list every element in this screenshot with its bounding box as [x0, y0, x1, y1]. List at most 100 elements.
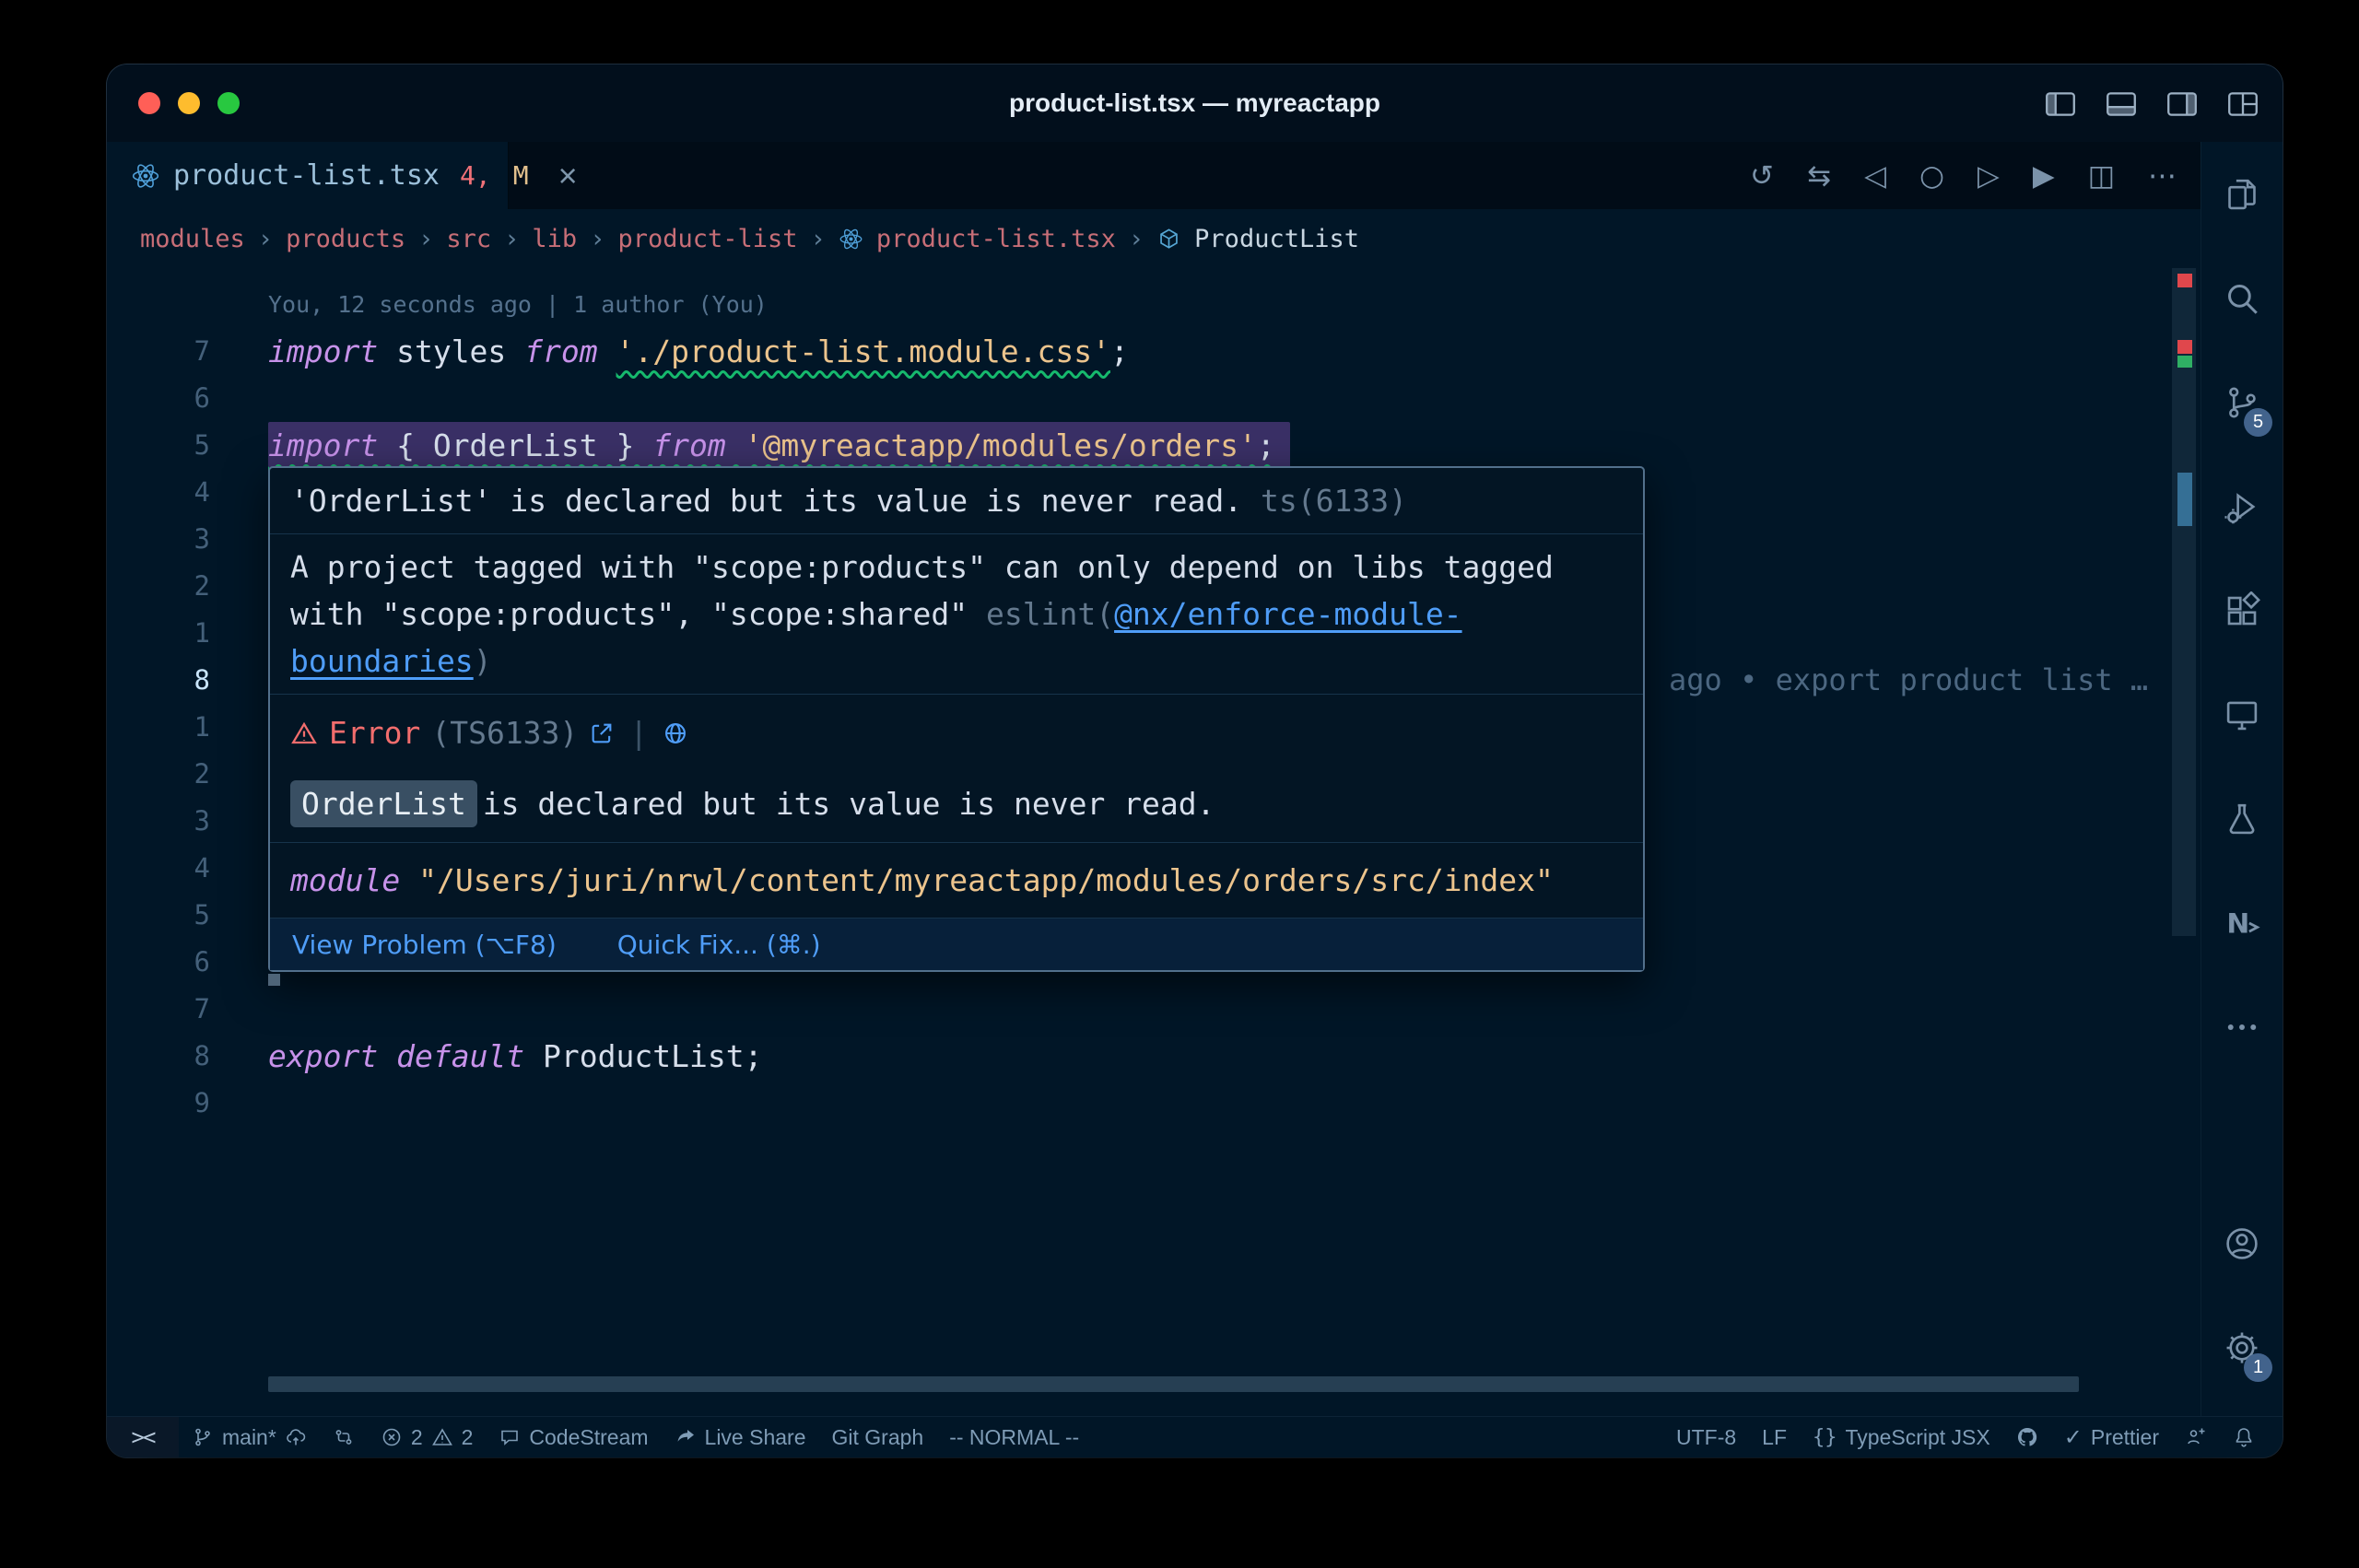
git-compare-item[interactable]: [320, 1417, 368, 1457]
code-line[interactable]: 8export default ProductList;: [107, 1033, 2201, 1080]
more-actions-icon[interactable]: ⋯: [2148, 159, 2177, 193]
breadcrumb-file[interactable]: product-list.tsx: [876, 225, 1116, 253]
module-keyword: module: [290, 862, 400, 898]
code-line[interactable]: 6: [107, 375, 2201, 422]
publish-cloud-icon: [285, 1426, 307, 1448]
title-bar: product-list.tsx — myreactapp: [107, 64, 2283, 142]
source-control-icon[interactable]: 5: [2201, 350, 2283, 454]
line-number: 6: [107, 375, 210, 422]
remote-window-button[interactable]: ><: [107, 1417, 179, 1457]
close-window-button[interactable]: [138, 92, 160, 114]
code-editor[interactable]: You, 12 seconds ago | 1 author (You) 7im…: [107, 268, 2201, 1416]
github-item[interactable]: [2003, 1417, 2051, 1457]
current-change-icon[interactable]: ○: [1919, 159, 1944, 193]
toggle-secondary-sidebar-icon[interactable]: [2165, 87, 2200, 122]
code-line[interactable]: 7: [107, 986, 2201, 1033]
code-line[interactable]: 5import { OrderList } from '@myreactapp/…: [107, 422, 2201, 469]
account-icon[interactable]: [2201, 1191, 2283, 1295]
error-label: Error: [329, 709, 420, 756]
next-change-icon[interactable]: ▷: [1978, 159, 2000, 193]
vim-mode-item[interactable]: -- NORMAL --: [936, 1417, 1092, 1457]
react-file-icon: [839, 227, 863, 252]
diagnostic-code: ts(6133): [1261, 483, 1407, 519]
git-branch-icon: [192, 1426, 214, 1448]
breadcrumb-folder[interactable]: products: [286, 225, 405, 253]
language-mode-item[interactable]: {} TypeScript JSX: [1800, 1417, 2003, 1457]
run-file-icon[interactable]: ▶: [2033, 159, 2055, 193]
breadcrumb-symbol[interactable]: ProductList: [1194, 225, 1359, 253]
prettier-label: Prettier: [2091, 1425, 2159, 1450]
warning-triangle-icon: [431, 1426, 453, 1448]
live-share-item[interactable]: Live Share: [662, 1417, 819, 1457]
git-graph-item[interactable]: Git Graph: [819, 1417, 937, 1457]
toggle-panel-icon[interactable]: [2104, 87, 2139, 122]
vscode-window: product-list.tsx — myreactapp product-li…: [107, 64, 2283, 1457]
settings-gear-icon[interactable]: 1: [2201, 1295, 2283, 1399]
remote-explorer-icon[interactable]: [2201, 662, 2283, 766]
breadcrumb-folder[interactable]: src: [446, 225, 491, 253]
open-external-icon[interactable]: [589, 720, 615, 746]
notifications-bell-icon[interactable]: [2220, 1417, 2268, 1457]
workbench: product-list.tsx 4, M × ↺⇆◁○▷▶◫⋯ modules…: [107, 142, 2283, 1416]
minimize-window-button[interactable]: [178, 92, 200, 114]
zoom-window-button[interactable]: [217, 92, 240, 114]
explorer-icon[interactable]: [2201, 142, 2283, 246]
prettier-item[interactable]: ✓ Prettier: [2051, 1417, 2172, 1457]
vim-mode-label: -- NORMAL --: [949, 1425, 1079, 1450]
vertical-scrollbar[interactable]: [2172, 268, 2196, 936]
check-icon: ✓: [2064, 1424, 2083, 1451]
tab-problems-badge: 4,: [460, 160, 491, 191]
encoding-item[interactable]: UTF-8: [1663, 1417, 1749, 1457]
breadcrumb-folder[interactable]: product-list: [617, 225, 797, 253]
search-icon[interactable]: [2201, 246, 2283, 350]
share-arrow-icon: [675, 1426, 697, 1448]
customize-layout-icon[interactable]: [2225, 87, 2260, 122]
feedback-item[interactable]: [2172, 1417, 2220, 1457]
code-line[interactable]: 9: [107, 1080, 2201, 1127]
symbol-cube-icon: [1156, 227, 1181, 252]
code-line[interactable]: 7import styles from './product-list.modu…: [107, 328, 2201, 375]
editor-group: product-list.tsx 4, M × ↺⇆◁○▷▶◫⋯ modules…: [107, 142, 2201, 1416]
tab-product-list[interactable]: product-list.tsx 4, M ×: [107, 142, 509, 209]
line-number: 3: [107, 516, 210, 563]
testing-icon[interactable]: [2201, 766, 2283, 871]
view-problem-link[interactable]: View Problem (⌥F8): [292, 921, 557, 968]
breadcrumb-folder[interactable]: modules: [140, 225, 245, 253]
open-changes-icon[interactable]: ⇆: [1807, 159, 1831, 193]
overview-error-mark: [2177, 340, 2192, 354]
horizontal-scrollbar[interactable]: [268, 1376, 2079, 1392]
error-circle-icon: [381, 1426, 403, 1448]
warning-count: 2: [462, 1425, 474, 1450]
run-debug-icon[interactable]: [2201, 454, 2283, 558]
error-header-row: Error(TS6133) |: [290, 709, 1623, 756]
line-number: 4: [107, 845, 210, 892]
globe-icon[interactable]: [663, 720, 688, 746]
activity-bar: 5 N 1: [2201, 142, 2283, 1416]
problems-item[interactable]: 2 2: [368, 1417, 487, 1457]
previous-change-icon[interactable]: ◁: [1864, 159, 1886, 193]
timeline-history-icon[interactable]: ↺: [1750, 159, 1774, 193]
hover-module-row: module "/Users/juri/nrwl/content/myreact…: [270, 843, 1643, 919]
diagnostic-message: 'OrderList' is declared but its value is…: [290, 483, 1242, 519]
error-detail-row: OrderList is declared but its value is n…: [290, 780, 1623, 827]
live-share-label: Live Share: [705, 1425, 806, 1450]
codestream-item[interactable]: CodeStream: [486, 1417, 661, 1457]
settings-badge: 1: [2244, 1353, 2272, 1382]
line-content: import styles from './product-list.modul…: [268, 328, 1129, 375]
extensions-icon[interactable]: [2201, 558, 2283, 662]
hover-resize-grip[interactable]: [268, 974, 280, 986]
error-count: 2: [411, 1425, 423, 1450]
split-editor-icon[interactable]: ◫: [2088, 159, 2115, 193]
module-path: "/Users/juri/nrwl/content/myreactapp/mod…: [418, 862, 1554, 898]
overview-range-mark: [2177, 473, 2192, 526]
hover-error-detail: Error(TS6133) | OrderList is declared bu…: [270, 695, 1643, 843]
breadcrumb-folder[interactable]: lib: [532, 225, 577, 253]
tab-close-icon[interactable]: ×: [558, 159, 578, 193]
eol-item[interactable]: LF: [1749, 1417, 1800, 1457]
more-views-icon[interactable]: [2201, 975, 2283, 1079]
branch-item[interactable]: main*: [179, 1417, 320, 1457]
toggle-primary-sidebar-icon[interactable]: [2043, 87, 2078, 122]
quick-fix-link[interactable]: Quick Fix... (⌘.): [617, 921, 821, 968]
nx-console-icon[interactable]: N: [2201, 871, 2283, 975]
warning-triangle-icon: [290, 720, 318, 747]
